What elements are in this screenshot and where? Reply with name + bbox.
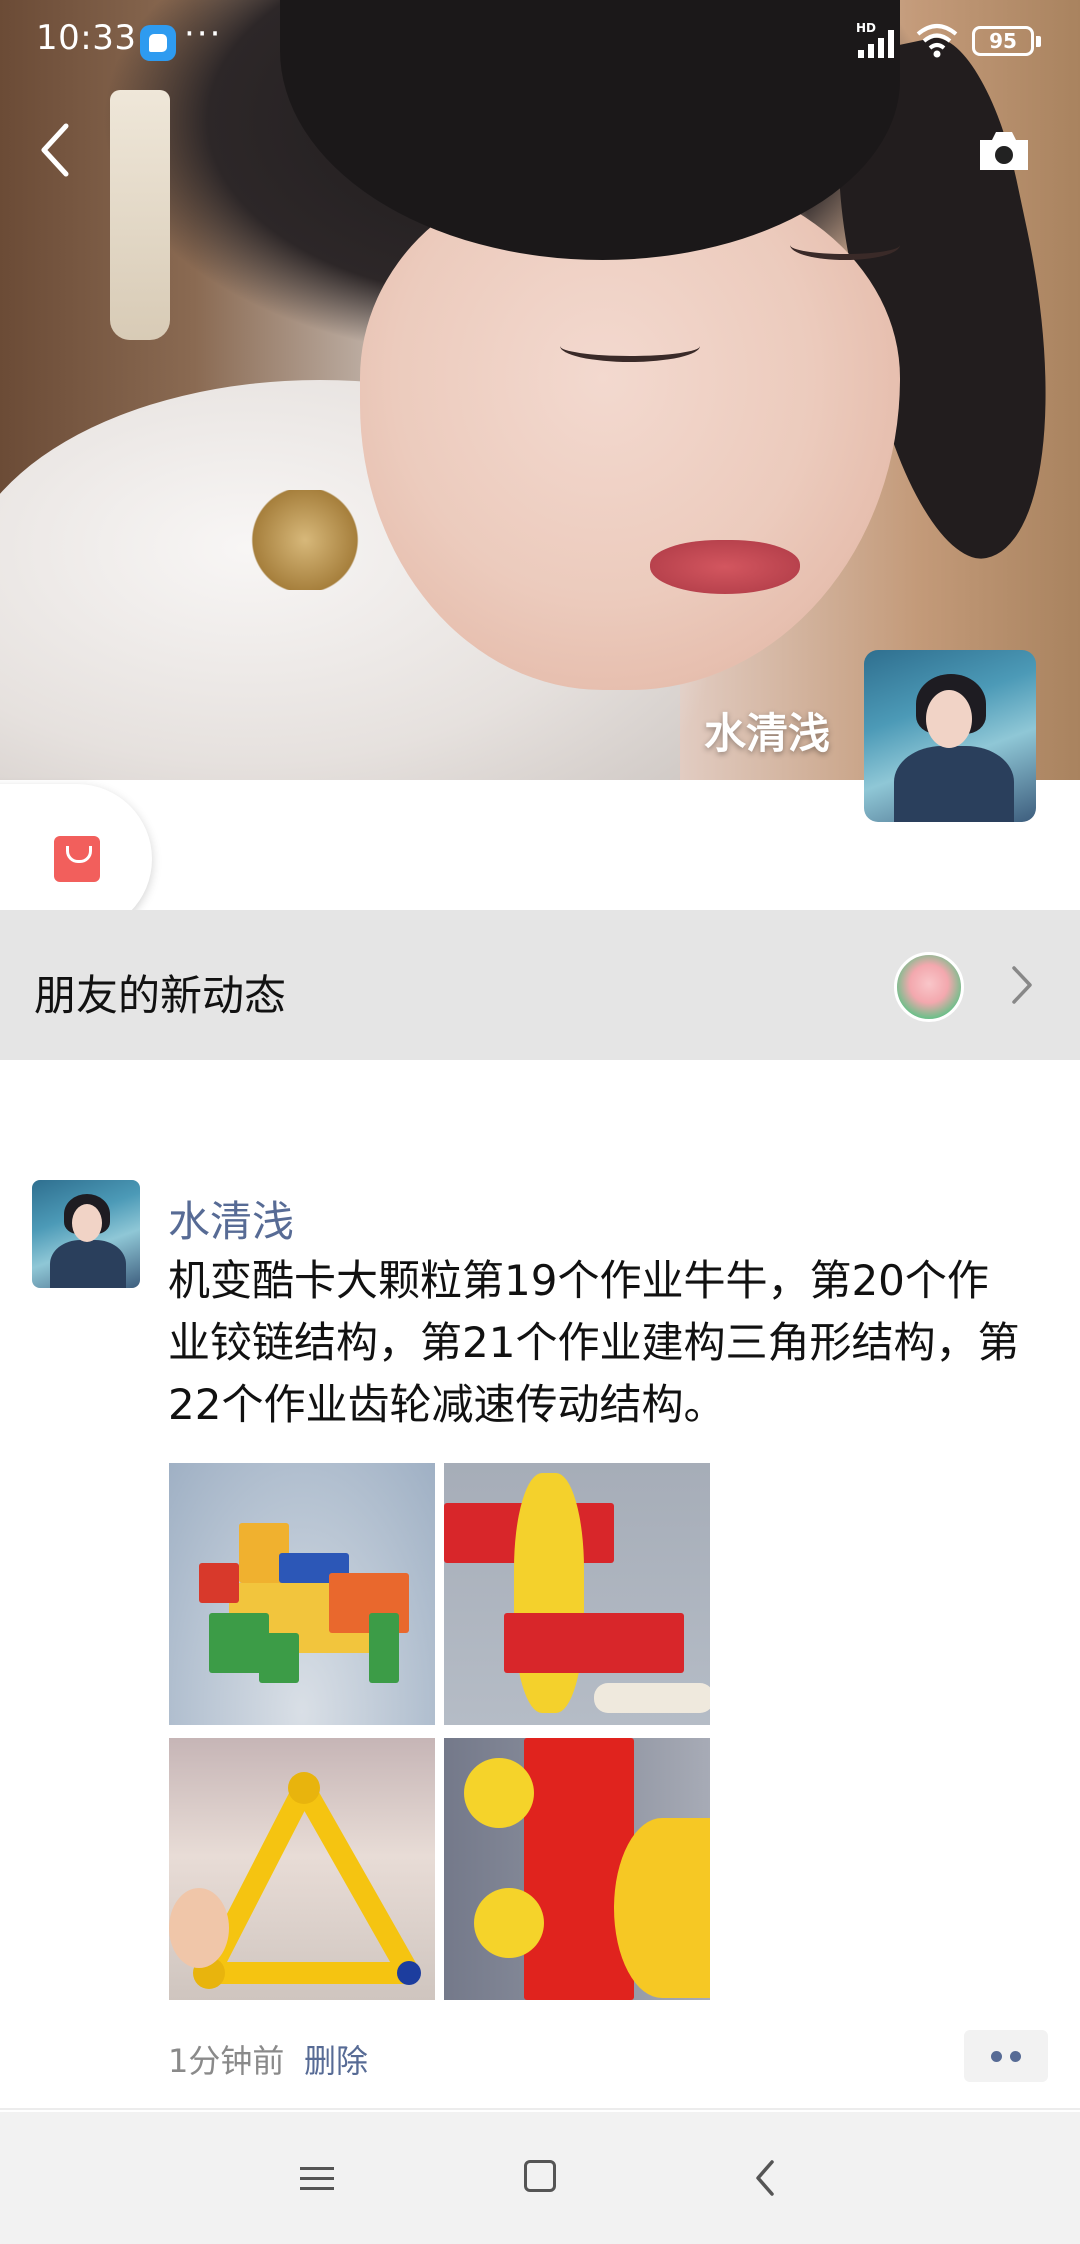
back-triangle-icon[interactable]	[754, 2158, 776, 2198]
photo-brick	[504, 1613, 684, 1673]
post-time: 1分钟前	[168, 2042, 285, 2080]
cover-lips	[650, 540, 800, 594]
photo-brick	[594, 1683, 710, 1713]
triangle-structure	[169, 1772, 421, 1989]
post-photo-3[interactable]	[169, 1738, 435, 2000]
signal-icon: HD	[856, 21, 894, 58]
friends-updates-label: 朋友的新动态	[34, 971, 287, 1020]
photo-brick	[369, 1613, 399, 1683]
photo-brick	[464, 1758, 534, 1828]
friend-avatar	[894, 952, 964, 1022]
battery-icon: 95	[972, 26, 1041, 56]
post-text: 机变酷卡大颗粒第19个作业牛牛，第20个作业铰链结构，第21个作业建构三角形结构…	[168, 1256, 1020, 1429]
divider	[0, 2108, 1080, 2110]
cover-eye-left	[560, 330, 700, 362]
network-type-label: HD	[856, 21, 876, 35]
cover-earring	[250, 490, 360, 590]
cover-eye-right	[790, 230, 900, 260]
app-notification-icon	[140, 25, 176, 61]
system-nav-bar	[0, 2112, 1080, 2244]
shopping-bag-icon[interactable]	[54, 836, 100, 882]
profile-name[interactable]: 水清浅	[620, 700, 830, 761]
post-photo-1[interactable]	[169, 1463, 435, 1725]
more-dot	[1010, 2051, 1021, 2062]
chevron-right-icon	[1012, 966, 1032, 1004]
photo-brick	[259, 1633, 299, 1683]
post-author-name[interactable]: 水清浅	[168, 1188, 294, 1249]
photo-brick	[514, 1473, 584, 1713]
avatar-face	[72, 1204, 102, 1242]
avatar-body	[894, 746, 1014, 822]
cover-tassel	[110, 90, 170, 340]
avatar-body	[50, 1240, 126, 1288]
photo-brick	[614, 1818, 710, 1998]
status-bar: 10:33 ··· HD 95	[0, 0, 1080, 84]
profile-avatar[interactable]	[864, 650, 1036, 822]
post-author-avatar[interactable]	[32, 1180, 140, 1288]
chevron-left-icon[interactable]	[36, 120, 76, 180]
friends-updates-bar[interactable]: 朋友的新动态	[0, 910, 1080, 1060]
post-photo-2[interactable]	[444, 1463, 710, 1725]
menu-icon[interactable]	[300, 2164, 334, 2194]
more-dot	[991, 2051, 1002, 2062]
delete-link[interactable]: 删除	[304, 2036, 368, 2082]
status-time: 10:33	[36, 18, 137, 58]
wifi-icon	[916, 24, 958, 58]
more-notifications-icon: ···	[184, 14, 223, 54]
camera-icon[interactable]	[976, 128, 1032, 174]
post-photo-4[interactable]	[444, 1738, 710, 2000]
avatar-face	[926, 690, 972, 748]
home-square-icon[interactable]	[524, 2160, 556, 2192]
photo-brick	[474, 1888, 544, 1958]
photo-brick	[199, 1563, 239, 1603]
more-actions-button[interactable]	[964, 2030, 1048, 2082]
